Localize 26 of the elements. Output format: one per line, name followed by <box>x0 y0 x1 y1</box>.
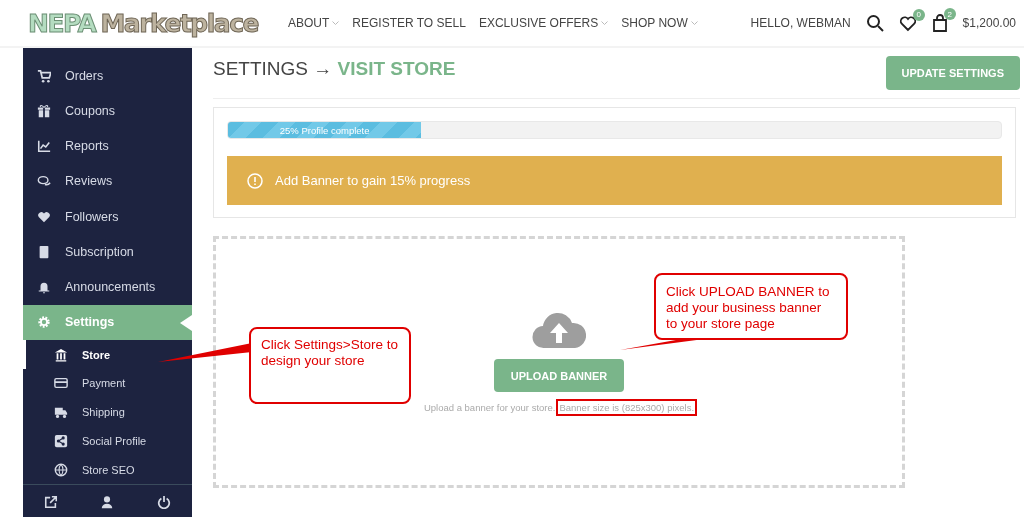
nav-link[interactable]: REGISTER TO SELL <box>352 16 466 30</box>
sidebar-item[interactable]: Announcements <box>23 269 192 305</box>
help-text: Upload a banner for your store. <box>423 402 556 413</box>
nav-link[interactable]: EXCLUSIVE OFFERS <box>478 16 609 30</box>
banner-size-text: Banner size is (825x300) pixels. <box>559 402 695 413</box>
sidebar-item[interactable]: Coupons <box>23 93 192 129</box>
nav-link[interactable]: SHOP NOW <box>621 16 698 30</box>
sidebar-item[interactable]: Orders <box>23 58 192 94</box>
wishlist-count: 0 <box>912 8 925 21</box>
sidebar-subitem[interactable]: Payment <box>23 368 192 398</box>
callout-note: Click UPLOAD BANNER to add your business banner to your store page <box>654 273 848 340</box>
nav-link[interactable]: ABOUT <box>287 16 340 30</box>
sidebar-item[interactable]: Subscription <box>23 234 192 270</box>
cart-count: 2 <box>943 8 956 20</box>
greeting-link[interactable]: HELLO, WEBMAN <box>750 16 851 30</box>
sidebar-item[interactable]: Reports <box>23 128 192 164</box>
sidebar-item[interactable]: Reviews <box>23 163 192 200</box>
cart-total[interactable]: $1,200.00 <box>962 16 1016 30</box>
sidebar-subitem[interactable]: Shipping <box>23 397 192 427</box>
callout-note: Click Settings>Store to design your store <box>249 327 411 404</box>
progress-fill: 25% Profile complete <box>228 122 422 138</box>
sidebar-subitem[interactable]: Social Profile <box>23 426 192 456</box>
sidebar-item[interactable]: Followers <box>23 199 192 235</box>
page-title: SETTINGS → <box>213 58 333 79</box>
sidebar-subitem[interactable]: Store SEO <box>23 455 192 485</box>
alert-text: Add Banner to gain 15% progress <box>275 173 471 188</box>
